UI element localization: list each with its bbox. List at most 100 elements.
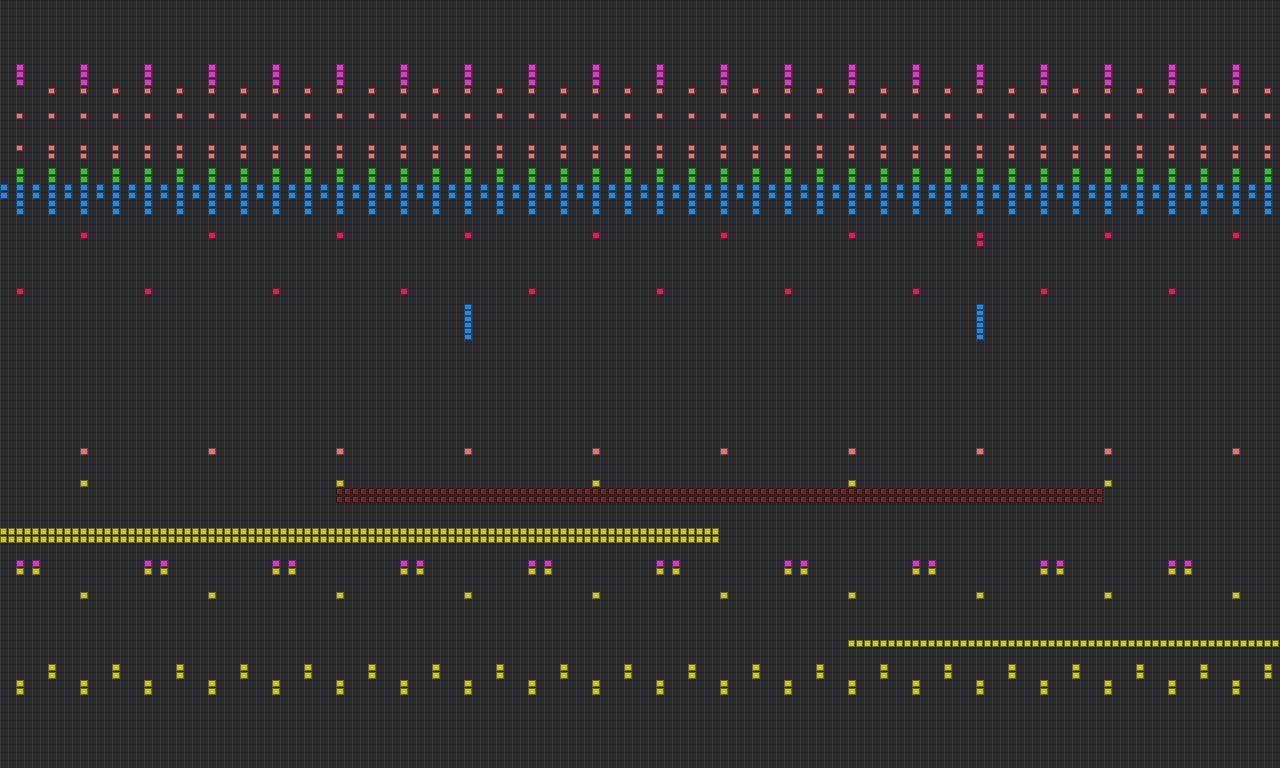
- maroon-strip-note[interactable]: [1000, 488, 1007, 495]
- bottom-olive-note[interactable]: [432, 672, 440, 679]
- maroon-strip-note[interactable]: [672, 488, 679, 495]
- salmon-note[interactable]: [176, 113, 183, 119]
- maroon-strip-note[interactable]: [880, 488, 887, 495]
- crimson-note[interactable]: [1168, 288, 1176, 295]
- olive-strip-note[interactable]: [144, 536, 151, 543]
- blue-note[interactable]: [784, 208, 792, 215]
- maroon-strip-note[interactable]: [680, 488, 687, 495]
- olive-strip-note[interactable]: [976, 640, 983, 647]
- piano-roll-canvas[interactable]: [0, 0, 1280, 768]
- salmon-note[interactable]: [944, 145, 951, 151]
- salmon-note[interactable]: [240, 145, 247, 151]
- salmon-note[interactable]: [464, 153, 471, 159]
- olive-strip-note[interactable]: [600, 528, 607, 535]
- olive-strip-note[interactable]: [704, 528, 711, 535]
- green-note[interactable]: [720, 168, 728, 175]
- crimson-note[interactable]: [1040, 288, 1048, 295]
- salmon-note[interactable]: [176, 153, 183, 159]
- bottom-olive-note[interactable]: [240, 672, 248, 679]
- olive-strip-note[interactable]: [8, 528, 15, 535]
- blue-note[interactable]: [112, 184, 120, 191]
- bottom-olive-note[interactable]: [624, 672, 632, 679]
- salmon-note[interactable]: [1232, 113, 1239, 119]
- crimson-note[interactable]: [144, 288, 152, 295]
- salmon-note[interactable]: [976, 145, 983, 151]
- olive-strip-note[interactable]: [944, 640, 951, 647]
- green-note[interactable]: [848, 168, 856, 175]
- blue-note[interactable]: [1008, 192, 1016, 199]
- salmon-note[interactable]: [1136, 113, 1143, 119]
- olive-strip-note[interactable]: [408, 528, 415, 535]
- maroon-strip-note[interactable]: [880, 496, 887, 503]
- green-note[interactable]: [336, 176, 344, 183]
- blue-note[interactable]: [528, 184, 536, 191]
- salmon-note[interactable]: [176, 145, 183, 151]
- maroon-strip-note[interactable]: [768, 488, 775, 495]
- salmon-note[interactable]: [48, 153, 55, 159]
- salmon-note[interactable]: [816, 153, 823, 159]
- olive-strip-note[interactable]: [288, 536, 295, 543]
- green-note[interactable]: [208, 168, 216, 175]
- blue-note[interactable]: [80, 184, 88, 191]
- bottom-olive-note[interactable]: [720, 680, 728, 687]
- maroon-strip-note[interactable]: [664, 496, 671, 503]
- maroon-strip-note[interactable]: [496, 488, 503, 495]
- chord-note-mid[interactable]: [208, 71, 216, 78]
- bottom-olive-note[interactable]: [1232, 680, 1240, 687]
- bottom-olive-note[interactable]: [592, 680, 600, 687]
- blue-note[interactable]: [1152, 192, 1160, 199]
- maroon-strip-note[interactable]: [736, 496, 743, 503]
- olive-strip-note[interactable]: [0, 536, 7, 543]
- blue-note[interactable]: [608, 192, 616, 199]
- olive-strip-note[interactable]: [184, 536, 191, 543]
- bottom-olive-note[interactable]: [880, 672, 888, 679]
- olive-strip-note[interactable]: [240, 528, 247, 535]
- salmon-note[interactable]: [368, 145, 375, 151]
- blue-note[interactable]: [80, 200, 88, 207]
- maroon-strip-note[interactable]: [624, 488, 631, 495]
- olive-strip-note[interactable]: [232, 536, 239, 543]
- blue-note[interactable]: [816, 200, 824, 207]
- salmon-note[interactable]: [1072, 153, 1079, 159]
- blue-note[interactable]: [1072, 184, 1080, 191]
- salmon-note[interactable]: [976, 113, 983, 119]
- maroon-strip-note[interactable]: [344, 496, 351, 503]
- green-note[interactable]: [944, 168, 952, 175]
- maroon-strip-note[interactable]: [936, 488, 943, 495]
- blue-note[interactable]: [832, 192, 840, 199]
- pair-note-top[interactable]: [272, 560, 280, 567]
- bottom-olive-note[interactable]: [528, 688, 536, 695]
- olive-strip-note[interactable]: [392, 536, 399, 543]
- chord-note-mid[interactable]: [976, 71, 984, 78]
- chord-note-top[interactable]: [720, 64, 728, 71]
- blue-note[interactable]: [864, 184, 872, 191]
- maroon-strip-note[interactable]: [776, 496, 783, 503]
- maroon-strip-note[interactable]: [448, 488, 455, 495]
- blue-note[interactable]: [1168, 184, 1176, 191]
- chord-note-low[interactable]: [464, 79, 472, 86]
- bottom-olive-note[interactable]: [656, 680, 664, 687]
- olive-strip-note[interactable]: [704, 536, 711, 543]
- bottom-olive-note[interactable]: [528, 680, 536, 687]
- salmon-note[interactable]: [592, 153, 599, 159]
- salmon-note[interactable]: [208, 88, 215, 94]
- olive-marker[interactable]: [976, 592, 984, 599]
- chord-note-mid[interactable]: [656, 71, 664, 78]
- maroon-strip-note[interactable]: [728, 488, 735, 495]
- pair-note-bottom[interactable]: [672, 568, 680, 575]
- maroon-strip-note[interactable]: [1008, 496, 1015, 503]
- olive-strip-note[interactable]: [216, 536, 223, 543]
- crimson-note[interactable]: [1104, 232, 1112, 239]
- olive-strip-note[interactable]: [128, 536, 135, 543]
- maroon-strip-note[interactable]: [1040, 496, 1047, 503]
- salmon-note[interactable]: [688, 145, 695, 151]
- blue-note[interactable]: [16, 200, 24, 207]
- olive-strip-note[interactable]: [272, 536, 279, 543]
- pair-note-top[interactable]: [544, 560, 552, 567]
- olive-strip-note[interactable]: [400, 528, 407, 535]
- olive-strip-note[interactable]: [528, 536, 535, 543]
- salmon-note[interactable]: [784, 153, 791, 159]
- olive-strip-note[interactable]: [256, 528, 263, 535]
- blue-note[interactable]: [1136, 184, 1144, 191]
- pair-note-top[interactable]: [16, 560, 24, 567]
